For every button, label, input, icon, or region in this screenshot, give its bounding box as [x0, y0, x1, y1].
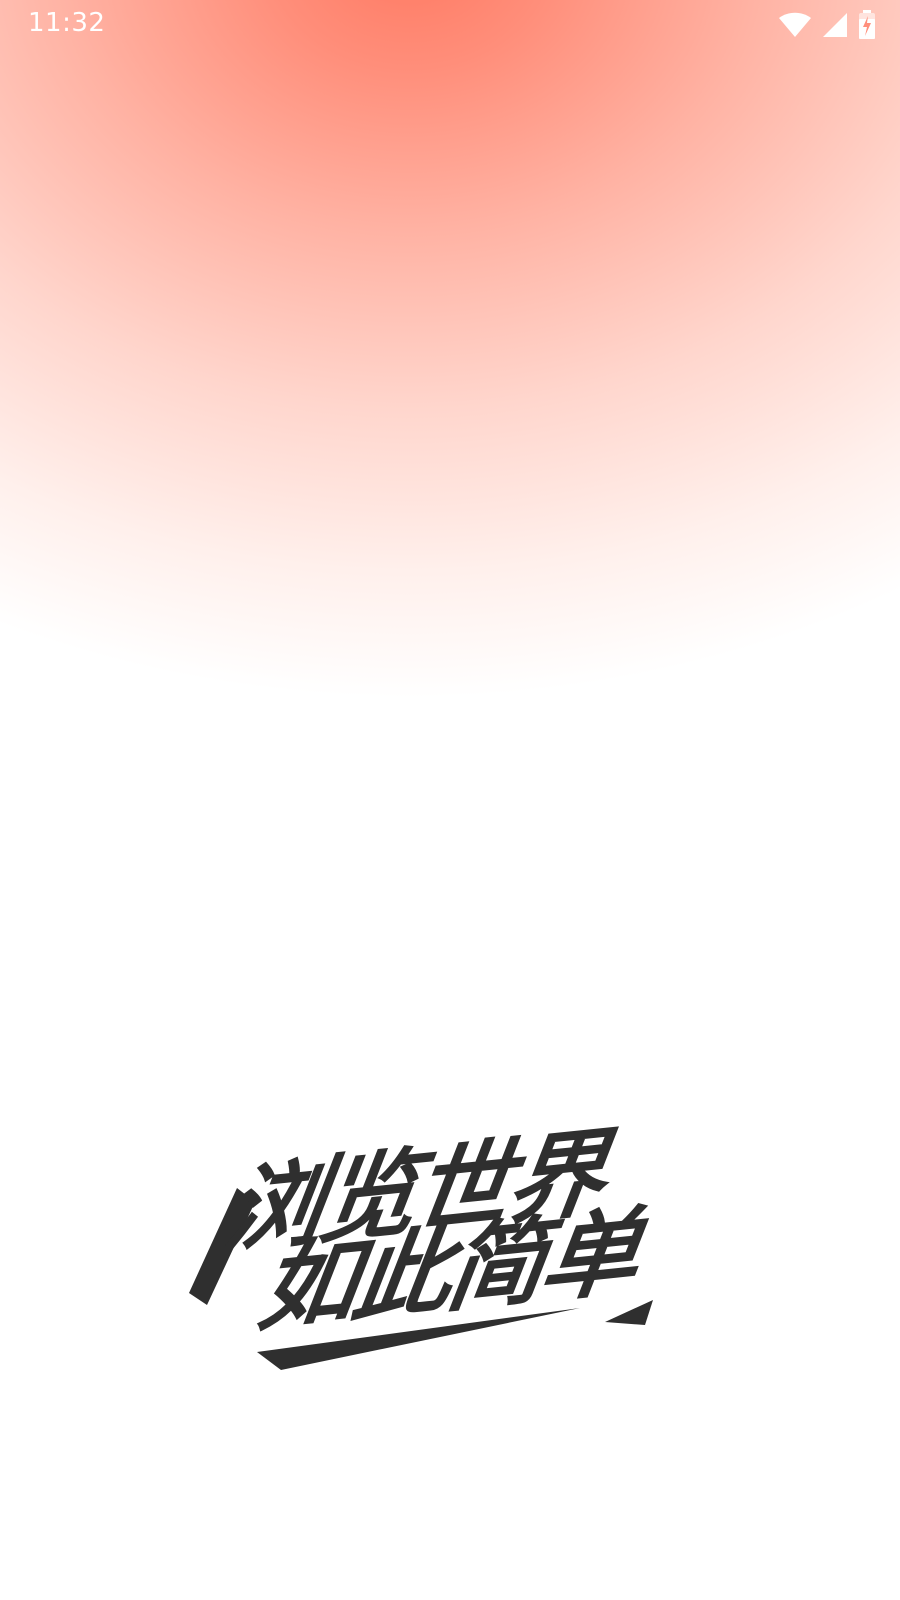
- splash-screen: 11:32 浏览世界 如此简单: [0, 0, 900, 1600]
- battery-charging-icon: [858, 10, 876, 40]
- status-icons: [778, 10, 876, 40]
- wifi-icon: [778, 12, 812, 38]
- status-bar: 11:32: [0, 0, 900, 52]
- status-time: 11:32: [28, 8, 106, 38]
- slogan-logo: 浏览世界 如此简单: [185, 1118, 715, 1400]
- cell-signal-icon: [822, 12, 848, 38]
